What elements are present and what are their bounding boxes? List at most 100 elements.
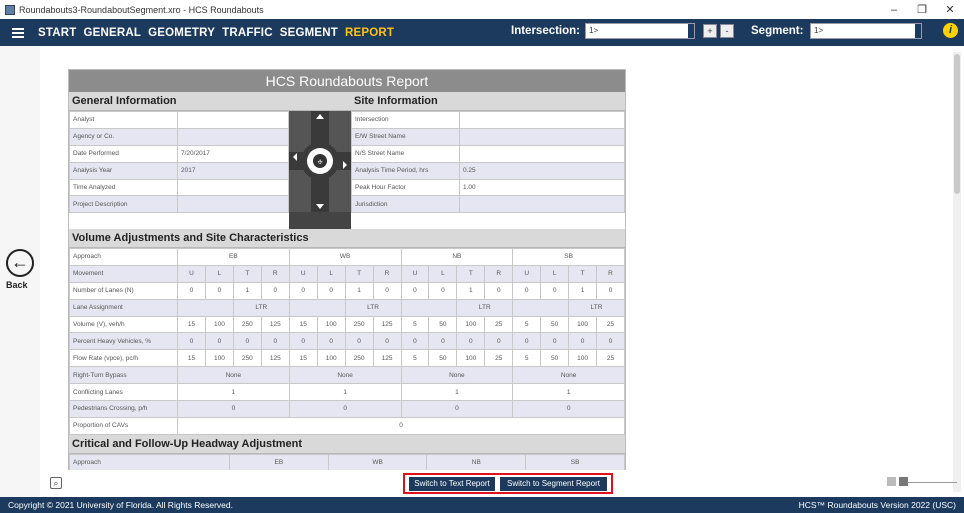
table-cell: 250 <box>232 315 262 334</box>
table-cell: LTR <box>344 298 402 317</box>
table-cell: 0 <box>288 281 318 300</box>
status-bar: Copyright © 2021 University of Florida. … <box>0 497 964 513</box>
table-cell: 25 <box>484 349 514 368</box>
info-label: N/S Street Name <box>351 144 460 163</box>
table-cell: LTR <box>456 298 514 317</box>
info-label: Time Analyzed <box>69 178 178 197</box>
table-cell: R <box>372 264 402 283</box>
menu-general[interactable]: GENERAL <box>83 27 141 39</box>
row-label: Approach <box>69 248 178 266</box>
table-cell: 50 <box>428 315 458 334</box>
info-value <box>177 195 289 214</box>
hamburger-menu-icon[interactable] <box>12 27 24 38</box>
table-cell: T <box>568 264 598 283</box>
table-cell: 1 <box>512 383 625 402</box>
general-info-row: Project Description <box>69 195 289 214</box>
search-icon[interactable]: ⌕ <box>50 477 62 489</box>
app-icon <box>5 4 15 15</box>
table-cell: 0 <box>400 281 430 300</box>
general-info-row: Analysis Year 2017 <box>69 161 289 180</box>
row-label: Right-Turn Bypass <box>69 366 178 385</box>
table-cell: 0 <box>400 400 514 418</box>
site-info-row: Intersection <box>351 111 625 129</box>
table-cell: 100 <box>316 349 346 368</box>
roundabout-diagram: ✣ <box>289 111 351 229</box>
menu-segment[interactable]: SEGMENT <box>280 27 338 39</box>
copyright-text: Copyright © 2021 University of Florida. … <box>8 500 233 510</box>
general-info-row: Agency or Co. <box>69 127 289 146</box>
table-row: Approach EB WB NB SB <box>69 248 625 266</box>
table-cell: 0 <box>428 281 458 300</box>
info-value: 1.00 <box>459 178 625 197</box>
table-cell: 0 <box>177 332 206 351</box>
table-cell: R <box>260 264 290 283</box>
menu-start[interactable]: START <box>38 27 76 39</box>
table-cell: 1 <box>344 281 374 300</box>
table-cell: 0 <box>372 332 402 351</box>
table-cell: 1 <box>177 383 290 402</box>
menu-geometry[interactable]: GEOMETRY <box>148 27 215 39</box>
close-button[interactable]: ✕ <box>936 0 964 19</box>
row-label: Proportion of CAVs <box>69 416 178 435</box>
table-cell: L <box>316 264 346 283</box>
table-row: Proportion of CAVs 0 <box>69 416 625 435</box>
table-cell: LTR <box>568 298 625 317</box>
table-cell: L <box>204 264 234 283</box>
info-label: Analyst <box>69 111 178 129</box>
general-info-row: Analyst <box>69 111 289 129</box>
table-cell: 100 <box>456 349 486 368</box>
vertical-scrollbar[interactable] <box>953 52 961 492</box>
switch-to-text-report-button[interactable]: Switch to Text Report <box>409 477 495 491</box>
info-label: Project Description <box>69 195 178 214</box>
table-cell: None <box>512 366 625 385</box>
table-cell: 0 <box>512 281 542 300</box>
table-cell: 0 <box>344 332 374 351</box>
info-label: Intersection <box>351 111 460 129</box>
info-icon[interactable]: i <box>943 23 958 38</box>
table-cell: WB <box>288 248 402 266</box>
info-value <box>177 127 289 146</box>
row-label: Approach <box>69 453 230 472</box>
table-cell: 250 <box>232 349 262 368</box>
table-cell: 25 <box>596 315 625 334</box>
single-page-icon[interactable] <box>887 477 896 486</box>
maximize-button[interactable]: ❐ <box>908 0 936 19</box>
zoom-slider[interactable] <box>907 482 957 483</box>
segment-label: Segment: <box>751 25 804 37</box>
switch-to-segment-report-button[interactable]: Switch to Segment Report <box>500 477 607 491</box>
window-title: Roundabouts3-RoundaboutSegment.xro - HCS… <box>19 4 264 15</box>
table-cell: 1 <box>232 281 262 300</box>
table-cell: 0 <box>288 332 318 351</box>
back-arrow-icon[interactable]: ← <box>6 249 34 277</box>
table-row: Movement U L T R U L T R U L T R U L T R <box>69 264 625 283</box>
table-cell: 5 <box>512 349 542 368</box>
table-cell: 0 <box>484 281 514 300</box>
menu-traffic[interactable]: TRAFFIC <box>222 27 273 39</box>
add-intersection-button[interactable]: + <box>703 24 717 38</box>
table-cell <box>288 298 346 317</box>
info-value: 2017 <box>177 161 289 180</box>
report-title: HCS Roundabouts Report <box>69 70 625 92</box>
table-cell: 0 <box>484 332 514 351</box>
table-row: Approach EB WB NB SB <box>69 453 625 472</box>
minimize-button[interactable]: – <box>880 0 908 19</box>
segment-select[interactable]: 1> <box>810 23 922 39</box>
intersection-label: Intersection: <box>511 25 581 37</box>
volume-section-header: Volume Adjustments and Site Characterist… <box>69 229 625 248</box>
table-row: Volume (V), veh/h 15 100 250 125 15 100 250 125 5… <box>69 315 625 334</box>
table-cell: 0 <box>232 332 262 351</box>
back-label[interactable]: Back <box>6 280 28 290</box>
table-cell: 0 <box>512 332 542 351</box>
window-titlebar: Roundabouts3-RoundaboutSegment.xro - HCS… <box>0 0 964 19</box>
remove-intersection-button[interactable]: - <box>720 24 734 38</box>
info-value: 0.25 <box>459 161 625 180</box>
table-cell: LTR <box>232 298 290 317</box>
table-cell: 125 <box>260 349 290 368</box>
menu-report[interactable]: REPORT <box>345 27 394 39</box>
svg-text:✣: ✣ <box>317 159 322 166</box>
info-value <box>459 144 625 163</box>
general-info-table: Analyst Agency or Co. Date Performed 7/20/2… <box>69 111 289 214</box>
intersection-select[interactable]: 1> <box>585 23 695 39</box>
table-cell <box>400 298 458 317</box>
report-document: HCS Roundabouts Report General Informati… <box>68 69 626 478</box>
